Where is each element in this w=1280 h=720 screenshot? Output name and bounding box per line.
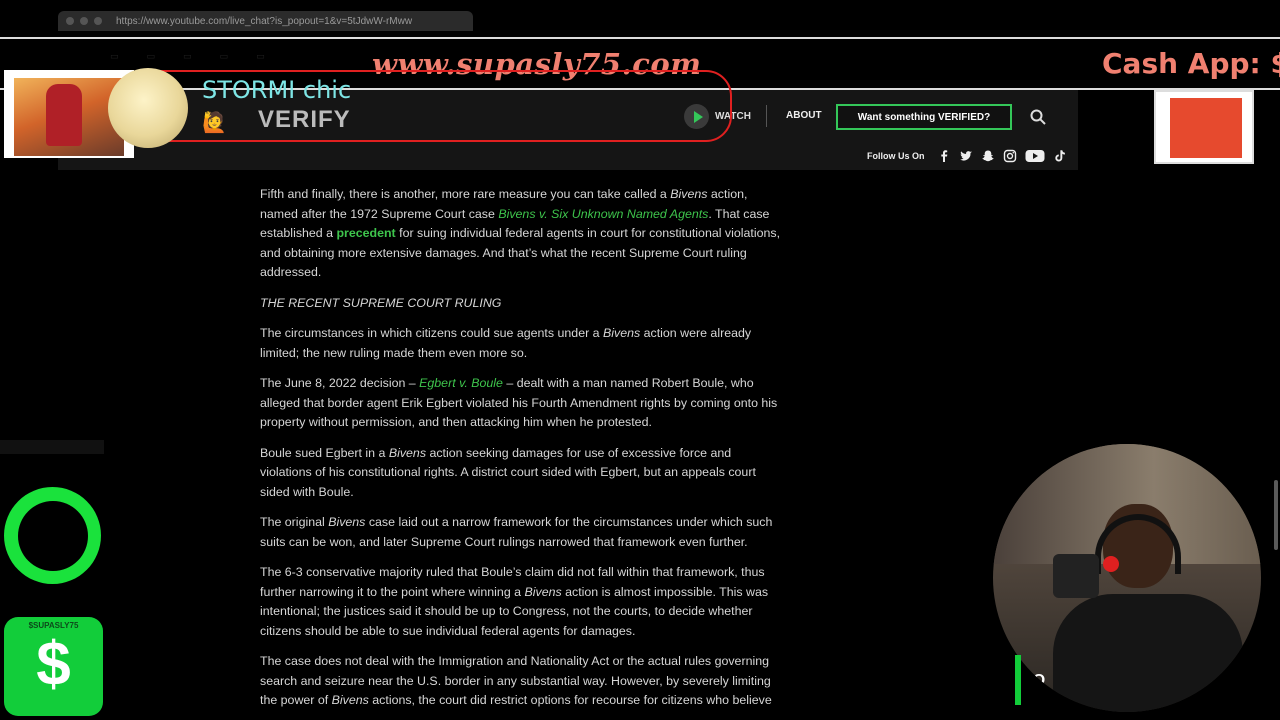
streamer-banner: STORMI chic 🙋 VERIFY: [0, 66, 740, 161]
chat-popout-bar: https://www.youtube.com/live_chat?is_pop…: [58, 11, 473, 31]
mic-windscreen: [1103, 556, 1119, 572]
article-paragraph: Boule sued Egbert in a Bivens action see…: [260, 445, 756, 499]
twitter-icon[interactable]: [959, 149, 973, 163]
raised-hand-emoji-icon: 🙋: [202, 112, 227, 134]
guest-avatar: [108, 68, 188, 148]
article-paragraph: The June 8, 2022 decision – Egbert v. Bo…: [260, 376, 778, 429]
facebook-icon[interactable]: [937, 149, 951, 163]
page-scrollbar[interactable]: [1274, 480, 1278, 550]
want-verified-button[interactable]: Want something VERIFIED?: [836, 104, 1012, 130]
about-link[interactable]: ABOUT: [786, 110, 822, 121]
microphone-icon: [1053, 554, 1099, 598]
ghost-browser-tabs: ▭ ▭ ▭ ▭ ▭: [110, 51, 265, 61]
section-heading: THE RECENT SUPREME COURT RULING: [260, 295, 502, 310]
chat-url: https://www.youtube.com/live_chat?is_pop…: [116, 15, 413, 27]
article-paragraph: The 6-3 conservative majority ruled that…: [260, 565, 769, 638]
nav-divider: [766, 105, 767, 127]
snapchat-icon[interactable]: [981, 149, 995, 163]
article-paragraph: The original Bivens case laid out a narr…: [260, 515, 773, 549]
ghost-panel: [0, 440, 104, 454]
egbert-case-link[interactable]: Egbert v. Boule: [419, 376, 503, 390]
close-window-button[interactable]: [66, 17, 74, 25]
green-accent-bar: [1015, 655, 1021, 705]
minimize-window-button[interactable]: [80, 17, 88, 25]
cashapp-logo: $SUPASLY75 $: [4, 617, 103, 716]
follow-us-bar: Follow Us On: [867, 149, 1067, 163]
patreon-icon: [1170, 98, 1242, 158]
webcam-caption: ZO: [1023, 672, 1046, 689]
article-paragraph: Fifth and finally, there is another, mor…: [260, 187, 781, 279]
webcam-feed: ZO: [993, 444, 1261, 712]
tiktok-icon[interactable]: [1053, 149, 1067, 163]
ticker-cashapp: Cash App: $Su: [1102, 47, 1280, 80]
article-paragraph: The case does not deal with the Immigrat…: [260, 654, 772, 707]
window-controls[interactable]: [66, 17, 102, 25]
youtube-icon[interactable]: [1025, 149, 1045, 163]
search-icon[interactable]: [1030, 109, 1046, 125]
guest-name: STORMI chic: [202, 76, 352, 104]
dollar-sign-icon: $: [36, 630, 71, 699]
bivens-case-link[interactable]: Bivens v. Six Unknown Named Agents: [498, 207, 708, 221]
avatar-robot-figure: [46, 84, 82, 146]
streamer-body: [1053, 594, 1243, 712]
channel-o-logo-icon: [4, 487, 101, 584]
article-paragraph: The circumstances in which citizens coul…: [260, 326, 752, 360]
article-body: Fifth and finally, there is another, mor…: [260, 185, 782, 720]
precedent-link[interactable]: precedent: [336, 226, 395, 240]
verify-logo: VERIFY: [258, 106, 351, 133]
instagram-icon[interactable]: [1003, 149, 1017, 163]
patreon-logo: [1154, 90, 1254, 164]
maximize-window-button[interactable]: [94, 17, 102, 25]
follow-label: Follow Us On: [867, 151, 925, 161]
